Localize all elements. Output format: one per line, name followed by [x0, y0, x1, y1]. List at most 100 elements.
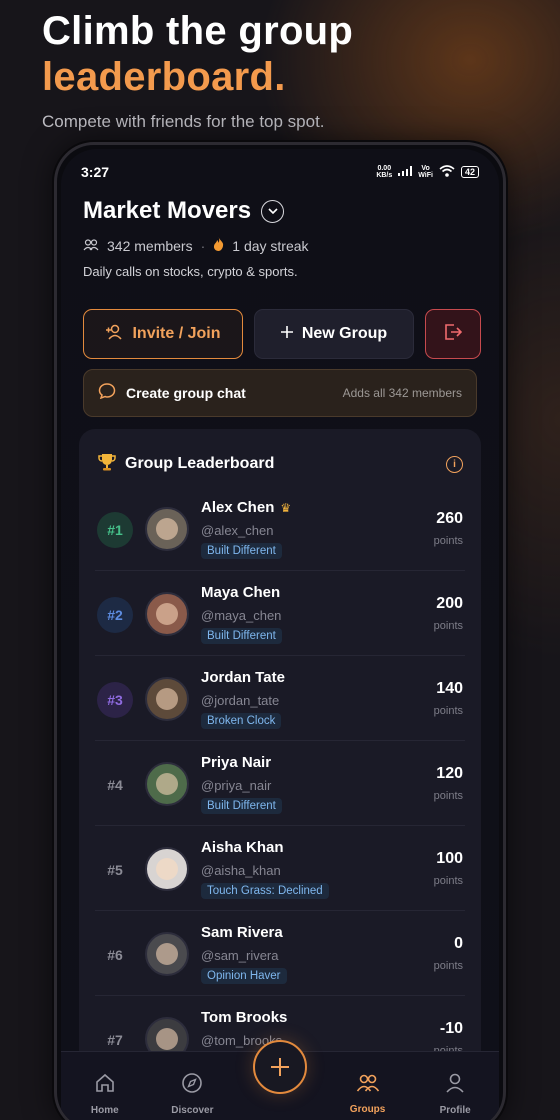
rank-badge: #2	[97, 597, 133, 633]
chat-bubble-icon	[98, 383, 116, 403]
rank-badge: #1	[97, 512, 133, 548]
player-handle: @jordan_tate	[201, 693, 280, 708]
points-label: points	[433, 960, 463, 972]
group-header: Market Movers 342 members · 1 day streak…	[83, 197, 477, 279]
leaderboard-title: Group Leaderboard	[125, 455, 275, 472]
tab-home[interactable]: Home	[61, 1052, 149, 1120]
avatar-face	[156, 858, 178, 880]
points-value: 200	[436, 595, 463, 612]
player-name: Priya Nair	[201, 754, 272, 771]
avatar[interactable]	[145, 847, 189, 891]
create-group-chat-label: Create group chat	[126, 385, 246, 401]
player-handle: @sam_rivera	[201, 948, 279, 963]
tab-discover[interactable]: Discover	[149, 1052, 237, 1120]
create-group-chat-button[interactable]: Create group chat Adds all 342 members	[83, 369, 477, 417]
avatar[interactable]	[145, 932, 189, 976]
hero-title-line2: leaderboard.	[42, 55, 286, 99]
player-info: Maya Chen @maya_chen Built Different	[201, 584, 282, 644]
streak-label: 1 day streak	[232, 237, 309, 254]
leaderboard-row[interactable]: #4 Priya Nair @priya_nair Built Differen…	[95, 741, 465, 826]
leaderboard-row[interactable]: #2 Maya Chen @maya_chen Built Different …	[95, 571, 465, 656]
hero-title-line1: Climb the group	[42, 9, 354, 53]
action-buttons: Invite / Join New Group	[83, 309, 481, 359]
avatar[interactable]	[145, 592, 189, 636]
points-value: -10	[439, 1020, 463, 1037]
avatar-face	[156, 688, 178, 710]
player-name-row: Alex Chen ♛	[201, 499, 291, 516]
invite-join-label: Invite / Join	[132, 325, 221, 342]
title-badge: Built Different	[201, 543, 282, 559]
leaderboard-row[interactable]: #1 Alex Chen ♛ @alex_chen Built Different…	[95, 486, 465, 571]
bottom-tab-bar: Home Discover Groups Profile	[61, 1040, 499, 1120]
title-badge: Built Different	[201, 628, 282, 644]
title-badge: Built Different	[201, 798, 282, 814]
hero-section: Climb the group leaderboard. Compete wit…	[42, 8, 353, 132]
player-name: Aisha Khan	[201, 839, 284, 856]
player-handle: @aisha_khan	[201, 863, 281, 878]
group-meta: 342 members · 1 day streak	[83, 237, 477, 254]
leaderboard-row[interactable]: #6 Sam Rivera @sam_rivera Opinion Haver …	[95, 911, 465, 996]
avatar-face	[156, 773, 178, 795]
points-label: points	[433, 790, 463, 802]
avatar[interactable]	[145, 677, 189, 721]
avatar[interactable]	[145, 762, 189, 806]
exit-icon	[444, 323, 463, 345]
player-name-row: Aisha Khan	[201, 839, 329, 856]
leaderboard-header: Group Leaderboard i	[79, 429, 481, 481]
points-label: points	[433, 705, 463, 717]
player-handle: @alex_chen	[201, 523, 274, 538]
points-value: 120	[436, 765, 463, 782]
player-info: Priya Nair @priya_nair Built Different	[201, 754, 282, 814]
title-badge: Opinion Haver	[201, 968, 287, 984]
player-info: Sam Rivera @sam_rivera Opinion Haver	[201, 924, 287, 984]
player-name: Tom Brooks	[201, 1009, 288, 1026]
battery-icon: 42	[460, 166, 479, 178]
trophy-icon	[97, 452, 117, 477]
new-group-button[interactable]: New Group	[254, 309, 414, 359]
new-group-label: New Group	[301, 325, 388, 342]
network-speed-unit: KB/s	[376, 172, 393, 179]
player-handle: @maya_chen	[201, 608, 282, 623]
tab-profile-label: Profile	[439, 1104, 471, 1116]
leaderboard-row[interactable]: #3 Jordan Tate @jordan_tate Broken Clock…	[95, 656, 465, 741]
player-name-row: Maya Chen	[201, 584, 282, 601]
chevron-down-icon[interactable]	[261, 199, 285, 223]
player-name: Sam Rivera	[201, 924, 283, 941]
vowifi-label: Vo WiFi	[418, 165, 433, 179]
player-info: Jordan Tate @jordan_tate Broken Clock	[201, 669, 285, 729]
group-description: Daily calls on stocks, crypto & sports.	[83, 264, 298, 279]
create-button[interactable]	[252, 1040, 307, 1094]
groups-icon	[356, 1073, 380, 1098]
tab-profile[interactable]: Profile	[411, 1052, 499, 1120]
tab-discover-label: Discover	[171, 1104, 214, 1116]
leaderboard-card: Group Leaderboard i #1 Alex Chen ♛ @alex_…	[79, 429, 481, 1120]
points-value: 140	[436, 680, 463, 697]
fab-container	[236, 1040, 324, 1120]
points-value: 100	[436, 850, 463, 867]
invite-join-button[interactable]: Invite / Join	[83, 309, 243, 359]
meta-separator: ·	[200, 237, 206, 254]
score: 0 points	[434, 935, 463, 972]
player-handle: @priya_nair	[201, 778, 272, 793]
title-badge: Broken Clock	[201, 713, 282, 729]
avatar[interactable]	[145, 507, 189, 551]
vowifi-top: Vo	[421, 165, 430, 172]
network-speed: 0.00 KB/s	[376, 165, 392, 179]
members-icon	[83, 238, 99, 254]
info-icon[interactable]: i	[446, 455, 463, 473]
player-name-row: Tom Brooks	[201, 1009, 287, 1026]
player-name: Alex Chen	[201, 499, 275, 516]
points-value: 0	[454, 935, 463, 952]
points-value: 260	[436, 510, 463, 527]
points-label: points	[433, 620, 463, 632]
members-count: 342 members	[107, 237, 193, 254]
leave-group-button[interactable]	[425, 309, 481, 359]
tab-groups[interactable]: Groups	[324, 1052, 412, 1120]
crown-icon: ♛	[280, 500, 292, 515]
add-user-icon	[105, 324, 123, 345]
leaderboard-row[interactable]: #5 Aisha Khan @aisha_khan Touch Grass: D…	[95, 826, 465, 911]
status-icons: 0.00 KB/s Vo WiFi 42	[376, 165, 479, 179]
rank-badge: #4	[107, 777, 123, 793]
score: 260 points	[434, 510, 463, 547]
points-label: points	[433, 535, 463, 547]
